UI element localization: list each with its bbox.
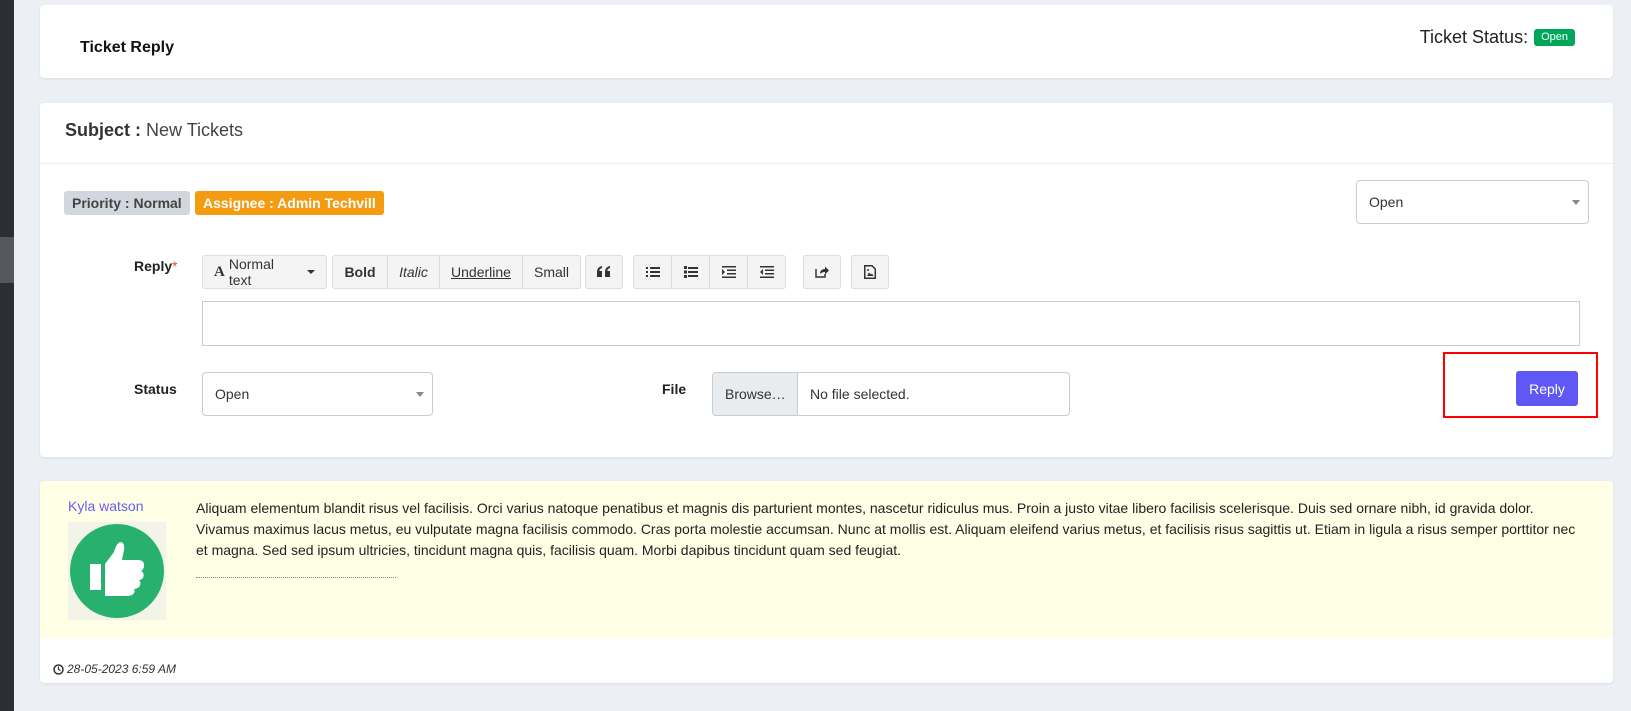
ticket-status: Ticket Status: Open [1420, 27, 1575, 48]
comment-timestamp: 28-05-2023 6:59 AM [67, 662, 176, 676]
list-ul-icon [645, 267, 660, 277]
file-status: No file selected. [810, 386, 910, 402]
subject-value: New Tickets [146, 120, 244, 140]
required-mark: * [172, 258, 178, 274]
chevron-down-icon [416, 392, 424, 397]
ticket-status-label: Ticket Status: [1419, 27, 1529, 47]
browse-button[interactable]: Browse… [713, 373, 798, 415]
assignee-badge: Assignee : Admin Techvill [195, 191, 384, 215]
image-icon [864, 265, 876, 279]
file-label: File [662, 381, 687, 397]
subject-row: Subject : New Tickets [40, 103, 1613, 164]
priority-badge: Priority : Normal [64, 191, 190, 215]
italic-button[interactable]: Italic [387, 255, 440, 289]
ticket-reply-panel: Subject : New Tickets Priority : Normal … [40, 103, 1613, 457]
font-icon: A [214, 263, 225, 280]
outdent-button[interactable] [747, 255, 786, 289]
outdent-icon [759, 266, 774, 278]
bold-button[interactable]: Bold [332, 255, 388, 289]
comment-footer: 28-05-2023 6:59 AM [40, 638, 1613, 683]
comment-divider [196, 577, 396, 578]
chevron-down-icon [1572, 200, 1580, 205]
status-select[interactable]: Open [202, 372, 433, 416]
ordered-list-button[interactable] [671, 255, 710, 289]
text-style-dropdown[interactable]: A Normal text [202, 255, 327, 289]
unordered-list-button[interactable] [633, 255, 672, 289]
list-ol-icon [683, 266, 698, 278]
file-input[interactable]: Browse… No file selected. [712, 372, 1070, 416]
insert-image-button[interactable] [851, 255, 889, 289]
link-group [803, 255, 841, 289]
comment-text: Aliquam elementum blandit risus vel faci… [196, 500, 1576, 558]
status-select-value: Open [215, 386, 250, 402]
image-group [851, 255, 889, 289]
format-group: Bold Italic Underline Small [332, 255, 581, 289]
share-icon [815, 266, 829, 278]
status-label: Status [134, 381, 177, 397]
subject-label: Subject : [65, 120, 142, 140]
comment-card: Kyla watson Aliquam elementum blandit ri… [40, 481, 1613, 683]
indent-button[interactable] [709, 255, 748, 289]
comment-author-link[interactable]: Kyla watson [68, 498, 143, 514]
quote-icon [597, 266, 610, 277]
reply-editor[interactable] [202, 301, 1580, 346]
text-style-label: Normal text [228, 256, 274, 288]
ticket-header-panel: Ticket Reply Ticket Status: Open [40, 5, 1613, 78]
reply-button[interactable]: Reply [1516, 371, 1578, 406]
thumbs-up-icon [70, 524, 164, 618]
sidebar-strip [0, 0, 14, 711]
comment-body: Kyla watson Aliquam elementum blandit ri… [40, 481, 1613, 638]
list-group [633, 255, 786, 289]
small-button[interactable]: Small [522, 255, 581, 289]
ticket-status-select[interactable]: Open [1356, 180, 1589, 224]
clock-icon [53, 663, 64, 675]
page-title: Ticket Reply [80, 39, 174, 56]
status-badge: Open [1534, 29, 1575, 46]
insert-link-button[interactable] [803, 255, 841, 289]
avatar [68, 522, 166, 620]
text-style-group: A Normal text [202, 255, 327, 289]
blockquote-button[interactable] [585, 255, 623, 289]
reply-label: Reply* [134, 258, 178, 274]
indent-icon [721, 266, 736, 278]
quote-group [585, 255, 623, 289]
ticket-status-select-value: Open [1369, 194, 1404, 210]
underline-button[interactable]: Underline [439, 255, 523, 289]
caret-down-icon [307, 270, 315, 274]
reply-label-text: Reply [134, 258, 173, 274]
sidebar-toggle-handle[interactable] [0, 237, 14, 283]
